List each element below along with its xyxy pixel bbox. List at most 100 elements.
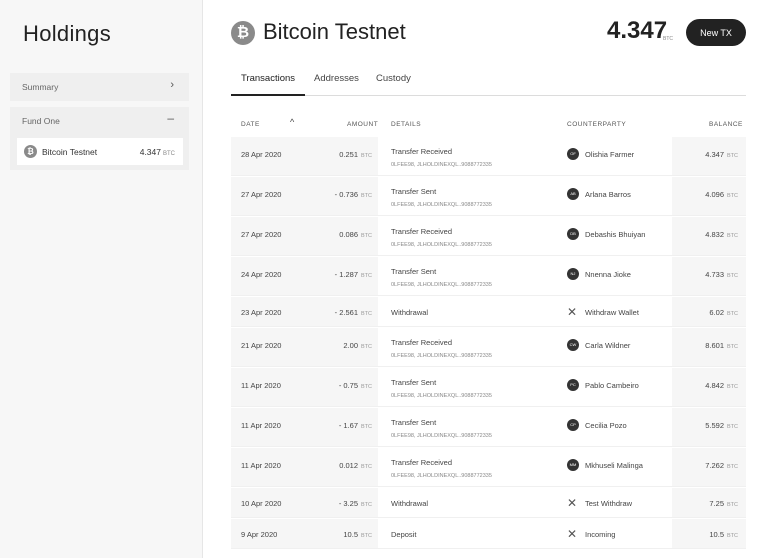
table-row[interactable]: 11 Apr 2020 - 1.67 BTC Transfer Sent 0LFEE98… bbox=[231, 407, 746, 447]
avatar: DB bbox=[567, 228, 579, 240]
cell-balance: 4.832 BTC bbox=[705, 230, 738, 239]
bitcoin-icon: ₿ bbox=[24, 145, 37, 158]
cell-amount: - 2.561 BTC bbox=[334, 308, 372, 317]
cell-details-address: 0LFEE98, JLHOLDINEXQL..9088772335 bbox=[391, 162, 492, 168]
cell-details-address: 0LFEE98, JLHOLDINEXQL..9088772335 bbox=[391, 353, 492, 359]
cell-amount: 2.00 BTC bbox=[343, 341, 372, 350]
cell-counterparty: Olishia Farmer bbox=[585, 150, 635, 159]
cell-details: Withdrawal bbox=[391, 499, 429, 508]
cell-balance: 4.733 BTC bbox=[705, 270, 738, 279]
cell-balance: 6.02 BTC bbox=[709, 308, 738, 317]
cell-details: Transfer Received bbox=[391, 227, 452, 236]
cell-balance: 8.601 BTC bbox=[705, 341, 738, 350]
tab-custody[interactable]: Custody bbox=[376, 73, 411, 84]
cell-counterparty: Withdraw Wallet bbox=[585, 308, 639, 317]
table-row[interactable]: 28 Apr 2020 0.251 BTC Transfer Received 0LFE… bbox=[231, 136, 746, 176]
sidebar-wallet-name: Bitcoin Testnet bbox=[42, 147, 98, 157]
sidebar: Holdings Summary › Fund One – ₿ Bitcoin … bbox=[0, 0, 203, 558]
table-row[interactable]: 24 Apr 2020 - 1.287 BTC Transfer Sent 0LFEE9… bbox=[231, 256, 746, 296]
bitcoin-icon: ₿ bbox=[231, 21, 255, 45]
table-row[interactable]: 27 Apr 2020 0.086 BTC Transfer Received 0LFE… bbox=[231, 216, 746, 256]
main-panel: ₿ Bitcoin Testnet 4.347 BTC New TX Trans… bbox=[203, 0, 774, 558]
cell-details: Transfer Sent bbox=[391, 187, 437, 196]
column-header-date[interactable]: DATE bbox=[241, 121, 260, 128]
cell-balance: 10.5 BTC bbox=[709, 530, 738, 539]
cell-counterparty: Debashis Bhuiyan bbox=[585, 230, 646, 239]
cell-details: Withdrawal bbox=[391, 308, 429, 317]
transactions-table: DATE ^ AMOUNT DETAILS COUNTERPARTY BALAN… bbox=[231, 114, 746, 549]
cell-counterparty: Carla Wildner bbox=[585, 341, 631, 350]
wallet-balance-unit: BTC bbox=[663, 36, 673, 42]
cell-amount: - 0.75 BTC bbox=[338, 381, 372, 390]
sidebar-group-fund-one: Fund One – ₿ Bitcoin Testnet 4.347 BTC bbox=[10, 107, 189, 170]
cell-amount: - 1.287 BTC bbox=[334, 270, 372, 279]
active-tab-indicator bbox=[231, 94, 305, 96]
cell-amount: 0.012 BTC bbox=[339, 461, 372, 470]
sidebar-wallet-amount: 4.347 BTC bbox=[139, 147, 175, 157]
column-header-balance: BALANCE bbox=[709, 121, 743, 128]
cell-balance: 4.096 BTC bbox=[705, 190, 738, 199]
column-header-counterparty: COUNTERPARTY bbox=[567, 121, 627, 128]
sidebar-item-bitcoin-testnet[interactable]: ₿ Bitcoin Testnet 4.347 BTC bbox=[17, 138, 183, 165]
avatar: CW bbox=[567, 339, 579, 351]
cell-details-address: 0LFEE98, JLHOLDINEXQL..9088772335 bbox=[391, 473, 492, 479]
x-icon: ✕ bbox=[567, 496, 578, 510]
cell-details: Deposit bbox=[391, 530, 417, 539]
cell-date: 11 Apr 2020 bbox=[241, 421, 281, 430]
table-row[interactable]: 10 Apr 2020 - 3.25 BTC Withdrawal ✕ Test With… bbox=[231, 487, 746, 518]
cell-details: Transfer Sent bbox=[391, 418, 437, 427]
table-row[interactable]: 27 Apr 2020 - 0.736 BTC Transfer Sent 0LFEE9… bbox=[231, 176, 746, 216]
new-tx-button[interactable]: New TX bbox=[686, 19, 746, 46]
table-row[interactable]: 11 Apr 2020 0.012 BTC Transfer Received 0LFE… bbox=[231, 447, 746, 487]
sort-ascending-icon[interactable]: ^ bbox=[290, 117, 294, 127]
table-row[interactable]: 21 Apr 2020 2.00 BTC Transfer Received 0LFEE… bbox=[231, 327, 746, 367]
avatar: PC bbox=[567, 379, 579, 391]
collapse-icon[interactable]: – bbox=[167, 111, 174, 125]
avatar: MM bbox=[567, 459, 579, 471]
cell-amount: 10.5 BTC bbox=[343, 530, 372, 539]
cell-amount: - 0.736 BTC bbox=[334, 190, 372, 199]
cell-date: 10 Apr 2020 bbox=[241, 499, 282, 508]
cell-date: 21 Apr 2020 bbox=[241, 341, 282, 350]
cell-details: Transfer Sent bbox=[391, 378, 437, 387]
cell-balance: 5.592 BTC bbox=[705, 421, 738, 430]
tab-transactions[interactable]: Transactions bbox=[241, 73, 295, 84]
x-icon: ✕ bbox=[567, 527, 578, 541]
cell-amount: - 1.67 BTC bbox=[338, 421, 372, 430]
tab-addresses[interactable]: Addresses bbox=[314, 73, 359, 84]
cell-counterparty: Incoming bbox=[585, 530, 616, 539]
cell-details-address: 0LFEE98, JLHOLDINEXQL..9088772335 bbox=[391, 433, 492, 439]
cell-balance: 4.842 BTC bbox=[705, 381, 738, 390]
cell-details-address: 0LFEE98, JLHOLDINEXQL..9088772335 bbox=[391, 242, 492, 248]
table-header: DATE ^ AMOUNT DETAILS COUNTERPARTY BALAN… bbox=[231, 114, 746, 136]
cell-balance: 4.347 BTC bbox=[705, 150, 738, 159]
page-title: Bitcoin Testnet bbox=[263, 19, 406, 44]
cell-counterparty: Pablo Cambeiro bbox=[585, 381, 639, 390]
cell-details-address: 0LFEE98, JLHOLDINEXQL..9088772335 bbox=[391, 202, 492, 208]
table-row[interactable]: 9 Apr 2020 10.5 BTC Deposit ✕ Incoming 10.5 BTC bbox=[231, 518, 746, 549]
column-header-details: DETAILS bbox=[391, 121, 422, 128]
table-row[interactable]: 23 Apr 2020 - 2.561 BTC Withdrawal ✕ Withdraw… bbox=[231, 296, 746, 327]
sidebar-item-fund-one-label[interactable]: Fund One bbox=[22, 116, 60, 126]
cell-details: Transfer Received bbox=[391, 147, 452, 156]
table-row[interactable]: 11 Apr 2020 - 0.75 BTC Transfer Sent 0LFEE98… bbox=[231, 367, 746, 407]
cell-details-address: 0LFEE98, JLHOLDINEXQL..9088772335 bbox=[391, 282, 492, 288]
cell-details: Transfer Received bbox=[391, 338, 452, 347]
avatar: AB bbox=[567, 188, 579, 200]
table-body: 28 Apr 2020 0.251 BTC Transfer Received 0LFE… bbox=[231, 136, 746, 549]
cell-details: Transfer Received bbox=[391, 458, 452, 467]
cell-amount: - 3.25 BTC bbox=[338, 499, 372, 508]
cell-date: 23 Apr 2020 bbox=[241, 308, 282, 317]
cell-details-address: 0LFEE98, JLHOLDINEXQL..9088772335 bbox=[391, 393, 492, 399]
cell-counterparty: Cecilia Pozo bbox=[585, 421, 627, 430]
cell-counterparty: Nnenna Jioke bbox=[585, 270, 631, 279]
avatar: OF bbox=[567, 148, 579, 160]
cell-date: 11 Apr 2020 bbox=[241, 461, 281, 470]
column-header-amount: AMOUNT bbox=[347, 121, 379, 128]
sidebar-item-summary[interactable]: Summary › bbox=[10, 73, 189, 101]
cell-counterparty: Test Withdraw bbox=[585, 499, 633, 508]
cell-date: 9 Apr 2020 bbox=[241, 530, 278, 539]
avatar: NJ bbox=[567, 268, 579, 280]
cell-date: 27 Apr 2020 bbox=[241, 230, 282, 239]
x-icon: ✕ bbox=[567, 305, 578, 319]
